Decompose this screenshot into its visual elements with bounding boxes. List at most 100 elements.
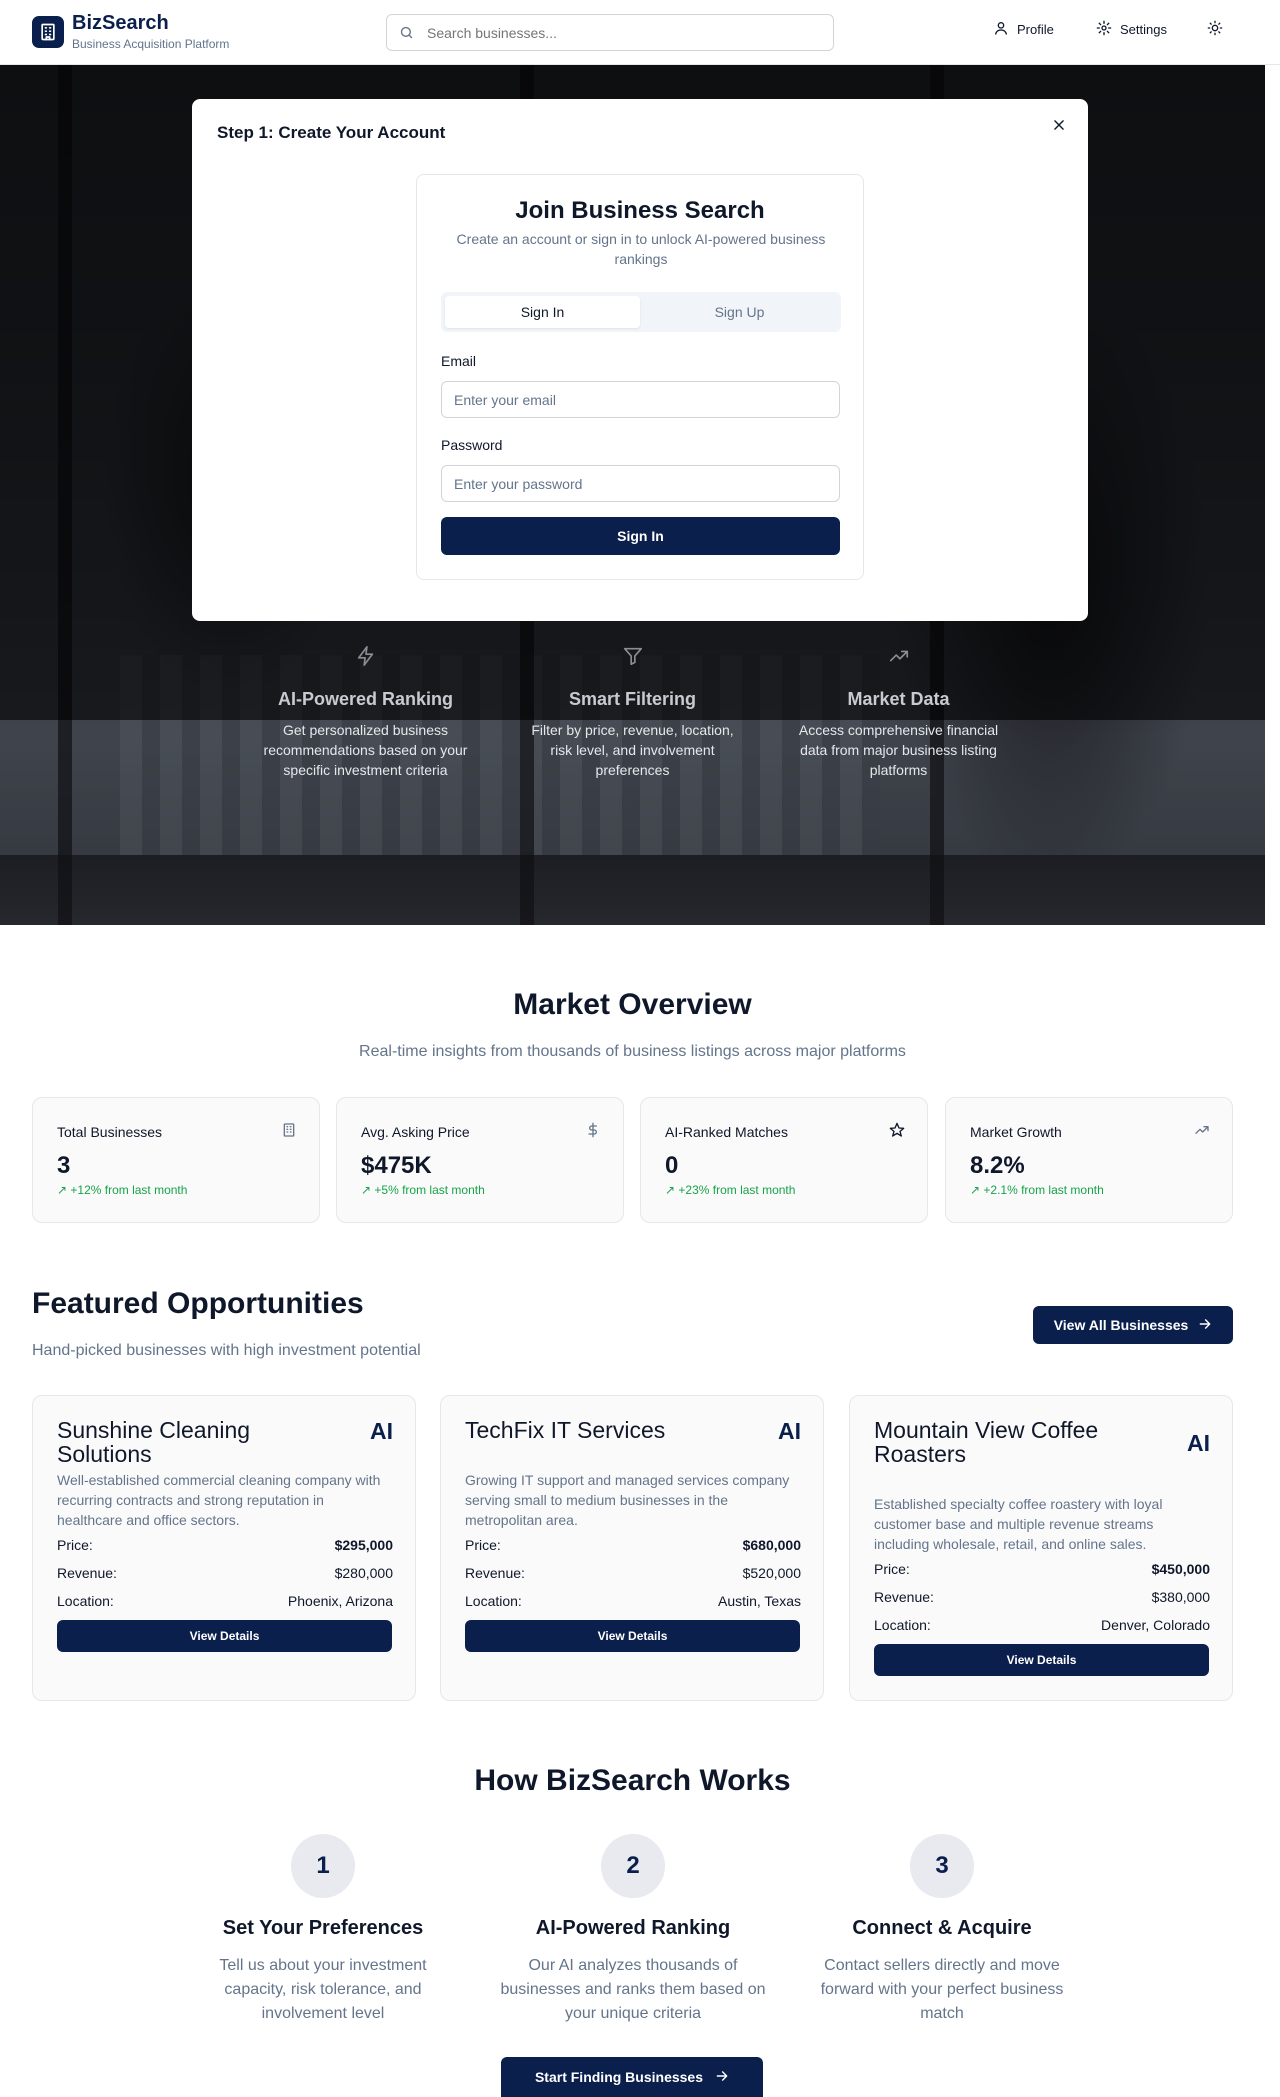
hero-feature: AI-Powered Ranking Get personalized busi…: [253, 645, 478, 780]
auth-card: Join Business Search Create an account o…: [416, 174, 864, 580]
ai-badge: AI: [778, 1418, 801, 1444]
step-number: 3: [910, 1834, 974, 1898]
stat-label: Avg. Asking Price: [361, 1124, 470, 1140]
stat-change: ↗ +23% from last month: [665, 1183, 796, 1197]
view-all-businesses-button[interactable]: View All Businesses: [1033, 1306, 1233, 1344]
price-row: Price: $450,000: [874, 1561, 1210, 1581]
featured-title: Featured Opportunities: [32, 1287, 364, 1320]
ai-badge: AI: [370, 1418, 393, 1444]
stat-label: AI-Ranked Matches: [665, 1124, 788, 1140]
business-card: Mountain View Coffee Roasters AI Establi…: [849, 1395, 1233, 1701]
stat-card: AI-Ranked Matches 0 ↗ +23% from last mon…: [640, 1097, 928, 1223]
hero-feature-text: Access comprehensive financial data from…: [798, 722, 999, 778]
how-step: 3 Connect & Acquire Contact sellers dire…: [807, 1834, 1077, 2026]
step-number: 2: [601, 1834, 665, 1898]
market-overview-subtitle: Real-time insights from thousands of bus…: [359, 1043, 906, 1060]
star-icon: [889, 1122, 905, 1143]
settings-button[interactable]: Settings: [1096, 20, 1167, 39]
location-row: Location: Denver, Colorado: [874, 1617, 1210, 1637]
trending-up-icon: [1194, 1122, 1210, 1143]
hero-feature: Market Data Access comprehensive financi…: [786, 645, 1011, 780]
location-label: Location:: [465, 1593, 522, 1609]
start-finding-businesses-button[interactable]: Start Finding Businesses: [501, 2057, 763, 2097]
stat-value: $475K: [361, 1152, 432, 1179]
hero-feature-title: Smart Filtering: [568, 689, 697, 709]
step-number: 1: [291, 1834, 355, 1898]
location-label: Location:: [57, 1593, 114, 1609]
revenue-label: Revenue:: [57, 1565, 117, 1581]
step-text: Tell us about your investment capacity, …: [219, 1957, 427, 2022]
lightning-icon: [355, 645, 377, 667]
password-field[interactable]: [441, 465, 840, 502]
stat-value: 3: [57, 1152, 71, 1179]
search-bar[interactable]: [386, 14, 834, 51]
revenue-value: $280,000: [334, 1565, 393, 1581]
ai-badge: AI: [1187, 1430, 1210, 1456]
search-input[interactable]: [427, 15, 823, 50]
dollar-icon: [585, 1122, 601, 1143]
stat-card: Total Businesses 3 ↗ +12% from last mont…: [32, 1097, 320, 1223]
app-name[interactable]: BizSearch: [72, 12, 169, 35]
price-value: $295,000: [334, 1537, 393, 1553]
location-label: Location:: [874, 1617, 931, 1633]
how-step: 1 Set Your Preferences Tell us about you…: [188, 1834, 458, 2026]
stat-value: 8.2%: [970, 1152, 1025, 1179]
price-row: Price: $295,000: [57, 1537, 393, 1557]
arrow-right-icon: [1198, 1317, 1212, 1334]
step-text: Contact sellers directly and move forwar…: [820, 1957, 1064, 2022]
stat-card: Market Growth 8.2% ↗ +2.1% from last mon…: [945, 1097, 1233, 1223]
revenue-label: Revenue:: [874, 1589, 934, 1605]
signup-modal: Step 1: Create Your Account Join Busines…: [192, 99, 1088, 621]
business-name[interactable]: TechFix IT Services: [465, 1418, 755, 1442]
how-it-works-title: How BizSearch Works: [474, 1764, 791, 1797]
hero-feature-title: AI-Powered Ranking: [277, 689, 454, 709]
modal-title: Step 1: Create Your Account: [217, 123, 446, 142]
market-overview-title: Market Overview: [513, 988, 752, 1021]
top-header: BizSearch Business Acquisition Platform …: [0, 0, 1280, 65]
location-value: Austin, Texas: [717, 1593, 801, 1609]
business-description: Established specialty coffee roastery wi…: [874, 1496, 1163, 1552]
hero-feature-title: Market Data: [847, 689, 950, 709]
view-details-button[interactable]: View Details: [874, 1644, 1209, 1676]
tab-sign-up[interactable]: Sign Up: [642, 296, 837, 328]
stat-label: Market Growth: [970, 1124, 1062, 1140]
business-name[interactable]: Mountain View Coffee Roasters: [874, 1418, 1164, 1466]
email-field[interactable]: [441, 381, 840, 418]
building-icon: [281, 1122, 297, 1143]
tab-sign-in[interactable]: Sign In: [445, 296, 640, 328]
business-name[interactable]: Sunshine Cleaning Solutions: [57, 1418, 347, 1466]
stat-change: ↗ +5% from last month: [361, 1183, 485, 1197]
hero-feature: Smart Filtering Filter by price, revenue…: [520, 645, 745, 780]
location-value: Phoenix, Arizona: [287, 1593, 393, 1609]
email-label: Email: [441, 353, 477, 369]
step-title: AI-Powered Ranking: [535, 1917, 731, 1939]
stat-label: Total Businesses: [57, 1124, 163, 1140]
app-tagline: Business Acquisition Platform: [72, 37, 230, 51]
location-value: Denver, Colorado: [1101, 1617, 1210, 1633]
view-details-button[interactable]: View Details: [57, 1620, 392, 1652]
logo-building-icon[interactable]: [32, 16, 64, 48]
price-label: Price:: [874, 1561, 910, 1577]
price-label: Price:: [465, 1537, 501, 1553]
auth-tabs: Sign In Sign Up: [441, 292, 841, 332]
business-description: Well-established commercial cleaning com…: [57, 1472, 381, 1528]
price-label: Price:: [57, 1537, 93, 1553]
view-all-label: View All Businesses: [1053, 1317, 1189, 1333]
revenue-row: Revenue: $520,000: [465, 1565, 801, 1585]
close-icon: [1052, 118, 1066, 135]
sign-in-button[interactable]: Sign In: [441, 517, 840, 555]
price-value: $680,000: [742, 1537, 801, 1553]
featured-subtitle: Hand-picked businesses with high investm…: [32, 1342, 421, 1359]
view-details-button[interactable]: View Details: [465, 1620, 800, 1652]
step-title: Set Your Preferences: [222, 1917, 424, 1939]
search-icon: [399, 25, 414, 45]
revenue-row: Revenue: $280,000: [57, 1565, 393, 1585]
close-button[interactable]: [1046, 113, 1072, 139]
filter-icon: [622, 645, 644, 667]
settings-label: Settings: [1120, 22, 1167, 37]
theme-toggle-button[interactable]: [1207, 20, 1223, 39]
profile-button[interactable]: Profile: [993, 20, 1054, 39]
location-row: Location: Phoenix, Arizona: [57, 1593, 393, 1613]
hero-feature-text: Filter by price, revenue, location, risk…: [531, 722, 734, 778]
profile-label: Profile: [1017, 22, 1054, 37]
